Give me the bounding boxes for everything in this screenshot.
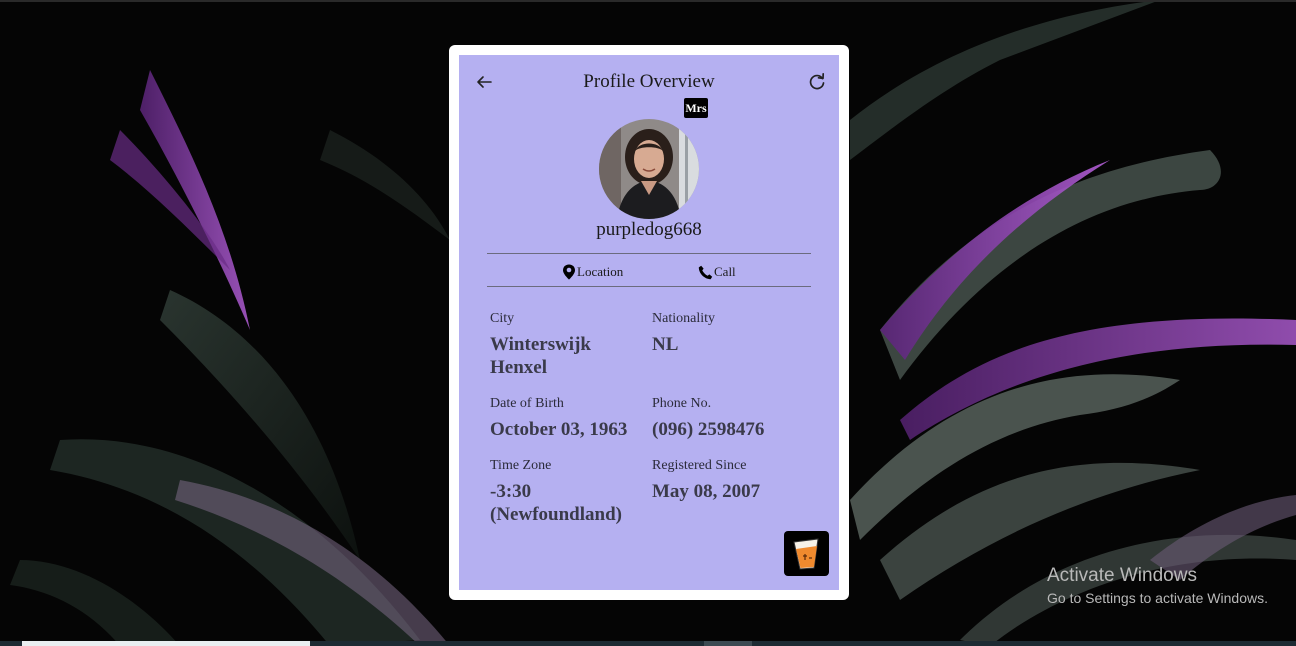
window-top-border [0,0,1296,2]
taskbar [0,641,1296,646]
windows-activation-watermark: Activate Windows Go to Settings to activ… [1047,565,1268,609]
profile-card-body: Profile Overview Mrs purpledog668 Locati… [459,55,839,590]
detail-city: City Winterswijk Henxel [490,310,640,379]
detail-value: NL [652,334,679,355]
taskbar-search[interactable] [22,641,310,646]
detail-label: Nationality [652,311,715,326]
refresh-button[interactable] [807,72,827,92]
action-links: Location Call [459,262,839,282]
detail-nationality: Nationality NL [652,310,822,356]
detail-label: Date of Birth [490,396,564,411]
detail-value: Winterswijk Henxel [490,334,591,378]
watermark-title: Activate Windows [1047,565,1197,586]
location-label: Location [577,264,624,279]
avatar [599,119,699,219]
detail-phone: Phone No. (096) 2598476 [652,395,822,441]
call-label: Call [714,264,736,279]
logo-button[interactable] [784,531,829,576]
detail-value: (096) 2598476 [652,419,765,440]
detail-label: City [490,311,515,326]
divider-bottom [487,286,811,287]
avatar-photo [599,119,699,219]
detail-label: Phone No. [652,396,712,411]
detail-value: May 08, 2007 [652,481,761,502]
title-badge: Mrs [684,98,708,118]
profile-card: Profile Overview Mrs purpledog668 Locati… [449,45,849,600]
username: purpledog668 [596,219,702,240]
watermark-subtitle: Go to Settings to activate Windows. [1047,590,1268,606]
detail-registered-since: Registered Since May 08, 2007 [652,457,822,503]
detail-value: October 03, 1963 [490,419,628,440]
taskbar-app[interactable] [704,641,752,646]
divider-top [487,253,811,254]
detail-label: Time Zone [490,458,552,473]
page-title: Profile Overview [583,71,715,92]
map-pin-icon [563,264,575,280]
detail-date-of-birth: Date of Birth October 03, 1963 [490,395,650,441]
refresh-icon [809,72,825,90]
phone-icon [698,265,713,279]
call-link[interactable]: Call [698,262,736,282]
detail-value: -3:30 (Newfoundland) [490,481,622,525]
cup-logo-icon [793,538,819,570]
detail-time-zone: Time Zone -3:30 (Newfoundland) [490,457,640,526]
detail-label: Registered Since [652,458,747,473]
location-link[interactable]: Location [562,262,623,282]
